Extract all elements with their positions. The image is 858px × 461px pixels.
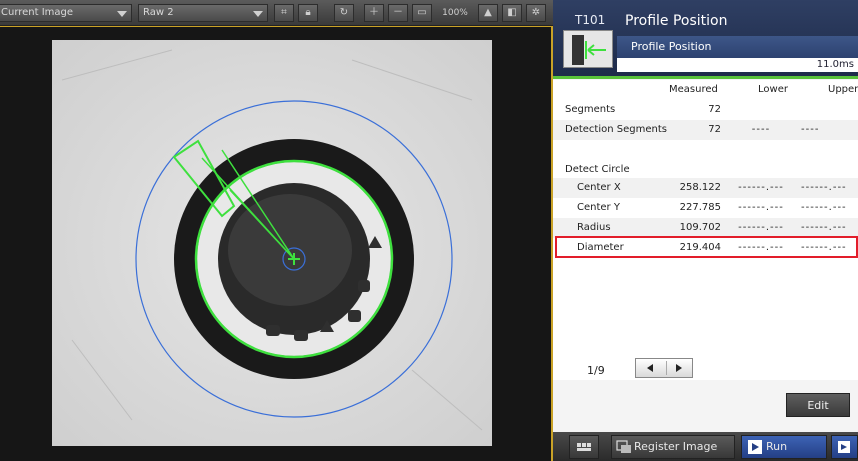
table-row[interactable]: Center X 258.122 ------.--- ------.---: [553, 178, 858, 198]
table-row[interactable]: Segments 72: [553, 100, 858, 120]
diameter-highlight-box: [555, 236, 858, 258]
result-panel: T101 Profile Position Profile Position 1…: [553, 0, 858, 461]
image-select-dropdown[interactable]: Current Image: [0, 4, 132, 22]
grid-icon: [577, 443, 591, 451]
settings-gear-icon[interactable]: ✲: [526, 4, 546, 22]
table-row[interactable]: Center Y 227.785 ------.--- ------.---: [553, 198, 858, 218]
bottom-action-bar: Register Image Run: [553, 432, 858, 461]
row-measured: 227.785: [679, 202, 721, 213]
export-icon[interactable]: ◧: [502, 4, 522, 22]
run-options-button[interactable]: [831, 435, 858, 459]
row-measured: 109.702: [679, 222, 721, 233]
row-measured: 258.122: [679, 182, 721, 193]
tool-id: T101: [575, 13, 606, 27]
chevron-right-icon: [676, 364, 682, 372]
image-select-value: Current Image: [1, 7, 74, 18]
processing-time: 11.0ms: [617, 58, 858, 72]
image-icon[interactable]: ▲: [478, 4, 498, 22]
register-image-label: Register Image: [634, 440, 718, 453]
row-measured: 72: [708, 124, 721, 135]
chevron-left-icon: [647, 364, 653, 372]
row-upper: ----: [801, 124, 820, 135]
row-label: Radius: [577, 222, 611, 233]
tool-title: Profile Position: [625, 13, 728, 29]
layout-grid-button[interactable]: [569, 435, 599, 459]
row-label: Center Y: [577, 202, 620, 213]
camera-image-view[interactable]: [52, 40, 492, 446]
row-lower: ------.---: [738, 222, 784, 233]
zoom-in-icon[interactable]: ＋: [364, 4, 384, 22]
edit-button[interactable]: Edit: [786, 393, 850, 417]
section-header: Detect Circle: [565, 164, 630, 175]
col-header-upper: Upper: [828, 84, 858, 95]
image-pane: Current Image Raw 2 ⌗ 🔒︎ ↻ ＋ － ▭ 100% ▲ …: [0, 0, 553, 461]
inspection-image: [52, 40, 492, 446]
play-next-icon: [838, 441, 850, 453]
row-upper: ------.---: [801, 202, 847, 213]
pane-border-top: [0, 26, 553, 27]
row-lower: ------.---: [738, 202, 784, 213]
pager-control: [635, 358, 693, 378]
row-lower: ----: [751, 124, 771, 135]
col-header-measured: Measured: [669, 84, 718, 95]
lock-icon[interactable]: 🔒︎: [298, 4, 318, 22]
profile-position-icon: [563, 30, 613, 68]
tool-header: T101 Profile Position Profile Position 1…: [553, 0, 858, 78]
row-label: Segments: [565, 104, 616, 115]
table-row[interactable]: Detection Segments 72 ---- ----: [553, 120, 858, 140]
image-toolbar: Current Image Raw 2 ⌗ 🔒︎ ↻ ＋ － ▭ 100% ▲ …: [0, 0, 553, 26]
chevron-down-icon: [117, 11, 127, 17]
next-page-button[interactable]: [666, 361, 690, 375]
tool-subtitle: Profile Position: [617, 36, 858, 58]
chevron-down-icon: [253, 11, 263, 17]
prev-page-button[interactable]: [640, 361, 664, 375]
row-upper: ------.---: [801, 182, 847, 193]
register-image-button[interactable]: Register Image: [611, 435, 735, 459]
fit-view-icon[interactable]: ⌗: [274, 4, 294, 22]
play-icon: [748, 440, 762, 454]
status-bar: [553, 76, 858, 79]
app-window: Current Image Raw 2 ⌗ 🔒︎ ↻ ＋ － ▭ 100% ▲ …: [0, 0, 858, 461]
refresh-icon[interactable]: ↻: [334, 4, 354, 22]
zoom-out-icon[interactable]: －: [388, 4, 408, 22]
row-label: Detection Segments: [565, 124, 667, 135]
row-lower: ------.---: [738, 182, 784, 193]
row-label: Center X: [577, 182, 621, 193]
page-indicator: 1/9: [587, 364, 605, 377]
register-image-icon: [616, 440, 631, 453]
row-measured: 72: [708, 104, 721, 115]
table-row[interactable]: Radius 109.702 ------.--- ------.---: [553, 218, 858, 238]
run-button[interactable]: Run: [741, 435, 827, 459]
camera-select-value: Raw 2: [143, 7, 174, 18]
row-upper: ------.---: [801, 222, 847, 233]
run-label: Run: [766, 440, 788, 453]
zoom-fit-icon[interactable]: ▭: [412, 4, 432, 22]
camera-select-dropdown[interactable]: Raw 2: [138, 4, 268, 22]
zoom-level: 100%: [442, 8, 468, 18]
col-header-lower: Lower: [758, 84, 788, 95]
